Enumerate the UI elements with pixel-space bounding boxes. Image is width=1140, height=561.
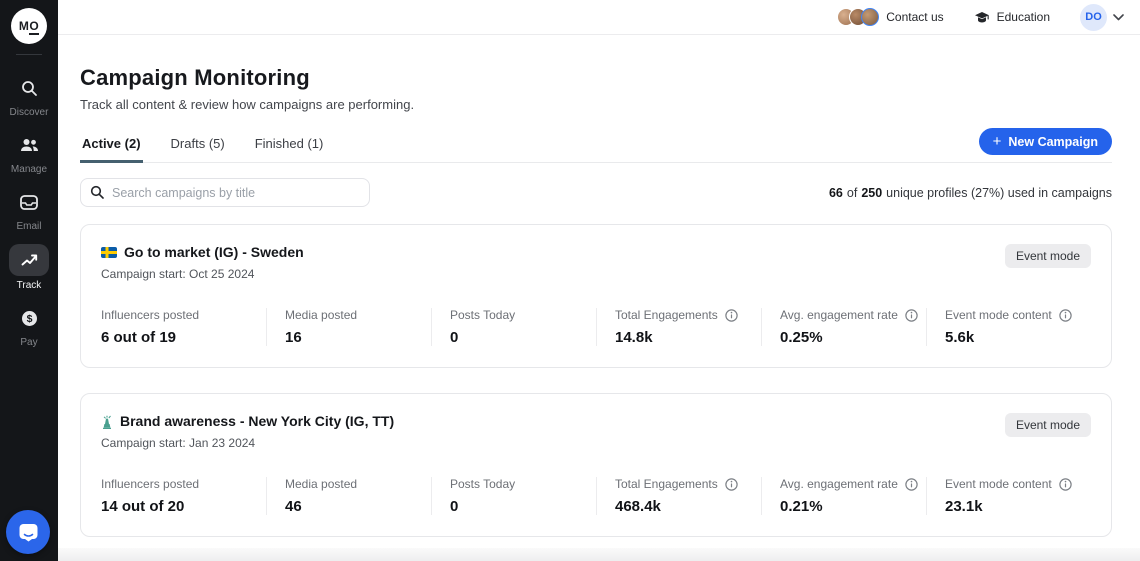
new-campaign-label: New Campaign: [1008, 135, 1098, 149]
user-avatar: DO: [1080, 4, 1107, 31]
sidebar-item-pay[interactable]: $ Pay: [10, 303, 48, 348]
user-menu[interactable]: DO: [1080, 4, 1124, 31]
sidebar-item-label: Track: [17, 280, 42, 291]
campaign-title: Brand awareness - New York City (IG, TT): [120, 413, 394, 429]
search-icon: [90, 185, 104, 199]
sidebar-item-label: Discover: [10, 107, 49, 118]
campaign-card[interactable]: Brand awareness - New York City (IG, TT)…: [80, 393, 1112, 537]
statue-of-liberty-icon: [101, 414, 113, 429]
search-icon: [10, 73, 48, 103]
stat-avg-engagement-rate: Avg. engagement rate 0.25%: [761, 308, 926, 346]
event-mode-badge: Event mode: [1005, 244, 1091, 268]
trend-icon: [9, 244, 49, 276]
stat-value: 0: [450, 498, 596, 515]
email-icon: [10, 187, 48, 217]
stat-value: 16: [285, 329, 431, 346]
dollar-icon: $: [10, 303, 48, 333]
info-icon[interactable]: [725, 478, 738, 491]
info-icon[interactable]: [905, 309, 918, 322]
contact-us-label: Contact us: [886, 10, 943, 24]
stat-event-mode-content: Event mode content 23.1k: [926, 477, 1091, 515]
search-wrap: [80, 178, 370, 207]
page-subtitle: Track all content & review how campaigns…: [80, 97, 1112, 112]
sidebar: MO Discover Manage Email Track $ Pay: [0, 0, 58, 561]
support-avatars: [837, 8, 879, 26]
campaign-title: Go to market (IG) - Sweden: [124, 244, 304, 260]
stat-value: 14.8k: [615, 329, 761, 346]
info-icon[interactable]: [1059, 309, 1072, 322]
sweden-flag-icon: [101, 247, 117, 258]
sidebar-item-email[interactable]: Email: [10, 187, 48, 232]
top-header: Contact us Education DO: [58, 0, 1140, 35]
stat-avg-engagement-rate: Avg. engagement rate 0.21%: [761, 477, 926, 515]
stat-event-mode-content: Event mode content 5.6k: [926, 308, 1091, 346]
stat-value: 46: [285, 498, 431, 515]
info-icon[interactable]: [725, 309, 738, 322]
sidebar-item-label: Pay: [20, 337, 37, 348]
svg-text:$: $: [26, 313, 32, 325]
sidebar-item-label: Email: [16, 221, 41, 232]
new-campaign-button[interactable]: + New Campaign: [979, 128, 1112, 155]
stat-total-engagements: Total Engagements 468.4k: [596, 477, 761, 515]
stat-influencers-posted: Influencers posted 6 out of 19: [101, 308, 266, 346]
campaign-start-date: Campaign start: Jan 23 2024: [101, 436, 394, 450]
profiles-usage-summary: 66 of 250 unique profiles (27%) used in …: [829, 186, 1112, 200]
campaign-start-date: Campaign start: Oct 25 2024: [101, 267, 304, 281]
campaign-stats: Influencers posted 14 out of 20 Media po…: [101, 477, 1091, 515]
contact-us-button[interactable]: Contact us: [837, 8, 943, 26]
tab-finished[interactable]: Finished (1): [253, 136, 326, 162]
graduation-cap-icon: [974, 11, 990, 24]
stat-value: 6 out of 19: [101, 329, 266, 346]
event-mode-badge: Event mode: [1005, 413, 1091, 437]
filter-row: 66 of 250 unique profiles (27%) used in …: [80, 178, 1112, 207]
tab-active[interactable]: Active (2): [80, 136, 143, 162]
stat-influencers-posted: Influencers posted 14 out of 20: [101, 477, 266, 515]
main-content: Campaign Monitoring Track all content & …: [58, 35, 1140, 537]
users-icon: [10, 130, 48, 160]
chat-launcher-button[interactable]: [6, 510, 50, 554]
app-logo[interactable]: MO: [11, 8, 47, 44]
tab-drafts[interactable]: Drafts (5): [169, 136, 227, 162]
sidebar-item-manage[interactable]: Manage: [10, 130, 48, 175]
stat-value: 14 out of 20: [101, 498, 266, 515]
tab-bar: Active (2) Drafts (5) Finished (1) + New…: [80, 136, 1112, 163]
campaign-stats: Influencers posted 6 out of 19 Media pos…: [101, 308, 1091, 346]
plus-icon: +: [993, 134, 1002, 149]
horizontal-scrollbar[interactable]: [58, 548, 1140, 561]
stat-posts-today: Posts Today 0: [431, 308, 596, 346]
chat-icon: [18, 523, 39, 542]
sidebar-item-track[interactable]: Track: [9, 244, 49, 291]
stat-total-engagements: Total Engagements 14.8k: [596, 308, 761, 346]
education-button[interactable]: Education: [974, 10, 1050, 24]
avatar: [861, 8, 879, 26]
sidebar-item-discover[interactable]: Discover: [10, 73, 49, 118]
page-title: Campaign Monitoring: [80, 65, 1112, 91]
search-input[interactable]: [80, 178, 370, 207]
stat-posts-today: Posts Today 0: [431, 477, 596, 515]
stat-value: 5.6k: [945, 329, 1091, 346]
info-icon[interactable]: [1059, 478, 1072, 491]
stat-media-posted: Media posted 16: [266, 308, 431, 346]
stat-value: 0.25%: [780, 329, 926, 346]
stat-media-posted: Media posted 46: [266, 477, 431, 515]
chevron-down-icon: [1113, 14, 1124, 21]
stat-value: 0.21%: [780, 498, 926, 515]
campaign-card[interactable]: Go to market (IG) - Sweden Campaign star…: [80, 224, 1112, 368]
profiles-used-count: 66: [829, 186, 843, 200]
info-icon[interactable]: [905, 478, 918, 491]
app-logo-text: MO: [19, 19, 39, 33]
stat-value: 0: [450, 329, 596, 346]
stat-value: 468.4k: [615, 498, 761, 515]
education-label: Education: [997, 10, 1050, 24]
sidebar-divider: [16, 54, 42, 55]
sidebar-item-label: Manage: [11, 164, 47, 175]
stat-value: 23.1k: [945, 498, 1091, 515]
profiles-total-count: 250: [861, 186, 882, 200]
